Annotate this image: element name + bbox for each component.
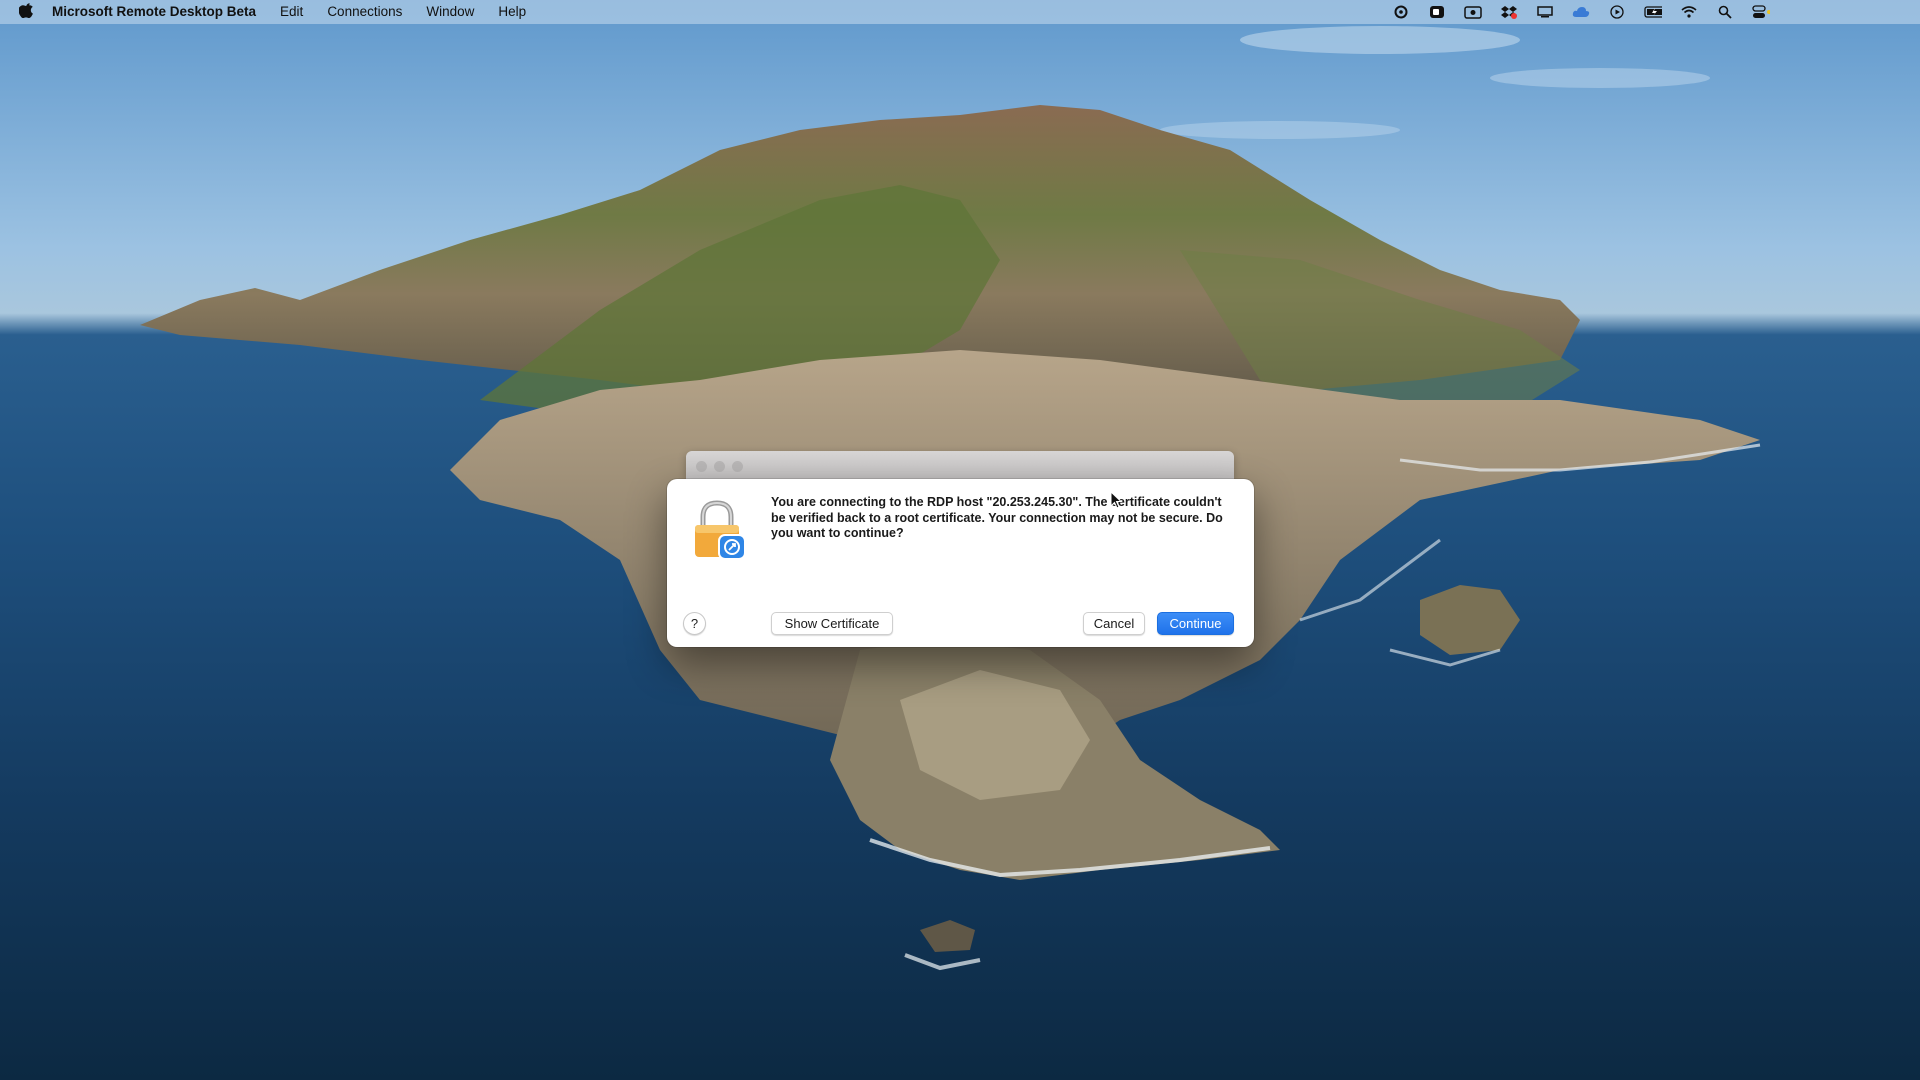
minimize-window-button[interactable] — [714, 461, 725, 472]
wifi-icon[interactable] — [1680, 4, 1698, 20]
menu-window[interactable]: Window — [414, 0, 486, 24]
menu-connections[interactable]: Connections — [315, 0, 414, 24]
menu-status-area — [1392, 0, 1770, 24]
lock-remote-desktop-icon — [689, 499, 747, 561]
continue-button[interactable]: Continue — [1157, 612, 1234, 635]
menu-help[interactable]: Help — [486, 0, 538, 24]
window-titlebar — [686, 451, 1234, 479]
menu-edit[interactable]: Edit — [268, 0, 315, 24]
zoom-icon[interactable] — [1428, 4, 1446, 20]
battery-icon[interactable] — [1644, 4, 1662, 20]
cancel-button[interactable]: Cancel — [1083, 612, 1145, 635]
menu-bar: Microsoft Remote Desktop Beta Edit Conne… — [0, 0, 1920, 24]
spotlight-search-icon[interactable] — [1716, 4, 1734, 20]
cloud-icon[interactable] — [1572, 4, 1590, 20]
mouse-cursor-icon — [1110, 490, 1123, 509]
screen-capture-icon[interactable] — [1464, 4, 1482, 20]
display-icon[interactable] — [1536, 4, 1554, 20]
menu-app-name[interactable]: Microsoft Remote Desktop Beta — [52, 0, 268, 24]
control-center-icon[interactable] — [1752, 4, 1770, 20]
zoom-window-button[interactable] — [732, 461, 743, 472]
close-window-button[interactable] — [696, 461, 707, 472]
help-button[interactable]: ? — [683, 612, 706, 635]
play-icon[interactable] — [1608, 4, 1626, 20]
dialog-message: You are connecting to the RDP host "20.2… — [771, 495, 1223, 540]
creative-cloud-icon[interactable] — [1392, 4, 1410, 20]
apple-menu-icon[interactable] — [0, 2, 52, 23]
certificate-alert-dialog: You are connecting to the RDP host "20.2… — [667, 479, 1254, 647]
show-certificate-button[interactable]: Show Certificate — [771, 612, 893, 635]
dropbox-icon[interactable] — [1500, 4, 1518, 20]
